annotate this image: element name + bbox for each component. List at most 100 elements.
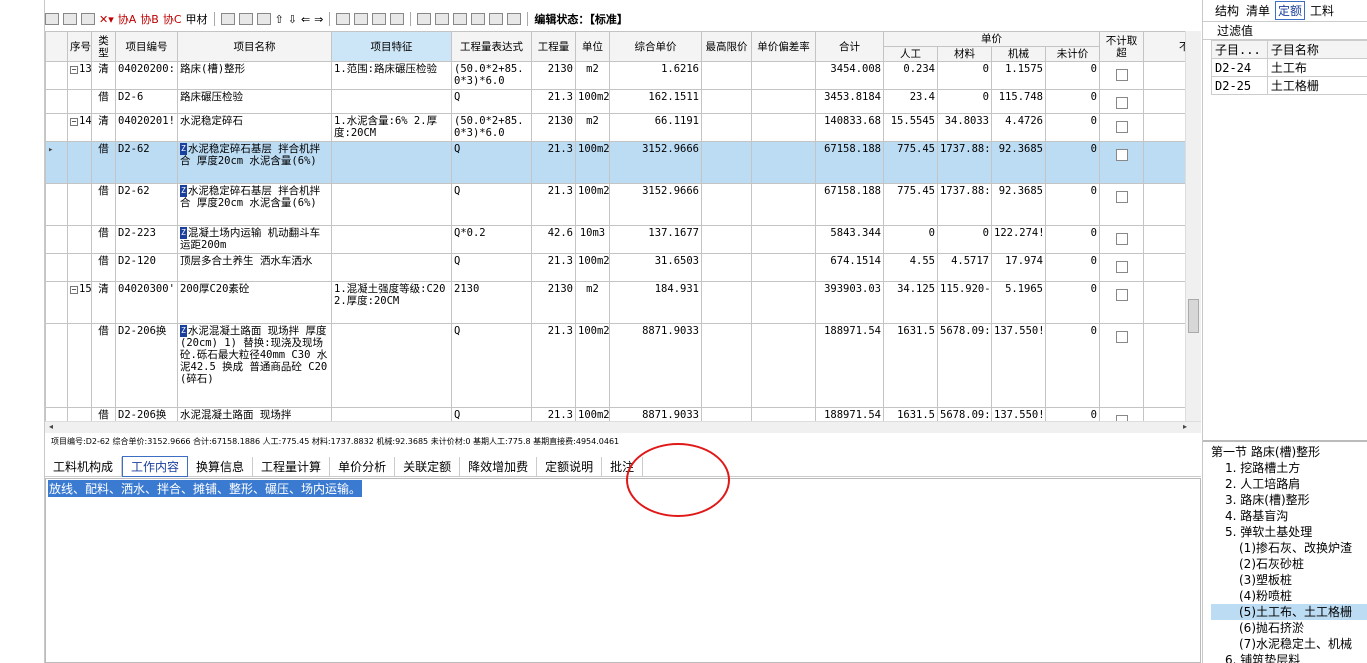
table-row[interactable]: ▸ 借 D2-62 Z 水泥稳定碎石基层 拌合机拌合 厚度20cm 水泥含量(6%) Q 2… bbox=[45, 141, 1185, 184]
cell-max-price[interactable] bbox=[701, 225, 752, 254]
cell-qty[interactable]: 2130 bbox=[531, 61, 576, 90]
cell-unit[interactable]: 100m2 bbox=[575, 253, 610, 282]
cell-total[interactable]: 188971.54 bbox=[815, 407, 884, 421]
cell-name[interactable]: 路床(槽)整形 bbox=[177, 61, 332, 90]
cell-material[interactable]: 1737.88: bbox=[937, 183, 992, 226]
right-tab-quota[interactable]: 定额 bbox=[1275, 1, 1306, 20]
grid-vertical-scrollbar[interactable] bbox=[1185, 31, 1201, 421]
cell-name[interactable]: 水泥混凝土路面 现场拌 bbox=[177, 407, 332, 421]
cell-qty[interactable]: 21.3 bbox=[531, 407, 576, 421]
work-content-text[interactable]: 放线、配料、洒水、拌合、摊铺、整形、碾压、场内运输。 bbox=[48, 480, 363, 497]
lock-icon[interactable] bbox=[489, 13, 504, 25]
cell-code[interactable]: D2-6 bbox=[115, 89, 178, 114]
cell-unpriced[interactable]: 0 bbox=[1045, 281, 1100, 324]
col-max-price-header[interactable]: 最高限价 bbox=[701, 31, 752, 62]
col-unit-price-header[interactable]: 综合单价 bbox=[609, 31, 702, 62]
cell-labor[interactable]: 15.5545 bbox=[883, 113, 938, 142]
cell-seq[interactable]: −13 bbox=[67, 61, 92, 90]
cell-type[interactable]: 借 bbox=[91, 407, 116, 421]
no-fee-checkbox[interactable] bbox=[1115, 69, 1128, 81]
no-fee-checkbox[interactable] bbox=[1115, 233, 1128, 245]
upload-icon[interactable] bbox=[507, 13, 522, 25]
cell-seq[interactable] bbox=[67, 183, 92, 226]
col-expr-header[interactable]: 工程量表达式 bbox=[451, 31, 532, 62]
cell-expr[interactable]: Q bbox=[451, 407, 532, 421]
cell-max-price[interactable] bbox=[701, 61, 752, 90]
move-up-icon[interactable]: ⇧ bbox=[275, 13, 284, 26]
cut-icon[interactable] bbox=[220, 13, 235, 25]
scroll-right-icon[interactable]: ▸ bbox=[1183, 422, 1187, 431]
work-content-panel[interactable]: 放线、配料、洒水、拌合、摊铺、整形、碾压、场内运输。 bbox=[45, 478, 1201, 663]
cell-type[interactable]: 借 bbox=[91, 225, 116, 254]
no-fee-checkbox[interactable] bbox=[1115, 121, 1128, 133]
cell-material[interactable]: 4.5717 bbox=[937, 253, 992, 282]
cell-total[interactable]: 67158.188 bbox=[815, 183, 884, 226]
table-row[interactable]: 借 D2-62 Z 水泥稳定碎石基层 拌合机拌合 厚度20cm 水泥含量(6%) Q 21… bbox=[45, 183, 1185, 226]
toolbar-table-icon[interactable] bbox=[81, 13, 95, 25]
cell-total[interactable]: 674.1514 bbox=[815, 253, 884, 282]
cell-unpriced[interactable]: 0 bbox=[1045, 225, 1100, 254]
cell-no-fee[interactable] bbox=[1099, 141, 1144, 184]
cell-qty[interactable]: 2130 bbox=[531, 281, 576, 324]
filter-icon[interactable] bbox=[390, 13, 405, 25]
cell-feature[interactable] bbox=[331, 225, 452, 254]
cell-unpriced[interactable]: 0 bbox=[1045, 183, 1100, 226]
tree-node[interactable]: (5)土工布、土工格栅 bbox=[1211, 604, 1367, 620]
quota-item-row[interactable]: D2-24 土工布 bbox=[1211, 58, 1367, 77]
cell-extra[interactable] bbox=[1143, 253, 1185, 282]
cell-indicator[interactable] bbox=[45, 323, 68, 408]
cell-machine[interactable]: 92.3685 bbox=[991, 183, 1046, 226]
cell-feature[interactable] bbox=[331, 407, 452, 421]
paste-icon[interactable] bbox=[256, 13, 271, 25]
assoc-c-button[interactable]: 协C bbox=[163, 11, 182, 27]
cell-seq[interactable]: −14 bbox=[67, 113, 92, 142]
insert-icon[interactable] bbox=[336, 13, 351, 25]
cell-deviation[interactable] bbox=[751, 89, 816, 114]
cell-indicator[interactable] bbox=[45, 253, 68, 282]
col-deviation-header[interactable]: 单价偏差率 bbox=[751, 31, 816, 62]
filter-label[interactable]: 过滤值 bbox=[1203, 22, 1367, 40]
cell-unit-price[interactable]: 137.1677 bbox=[609, 225, 702, 254]
cell-expr[interactable]: Q bbox=[451, 141, 532, 184]
cell-unit[interactable]: 100m2 bbox=[575, 407, 610, 421]
cell-extra[interactable] bbox=[1143, 61, 1185, 90]
cell-name[interactable]: 顶层多合土养生 洒水车洒水 bbox=[177, 253, 332, 282]
cell-no-fee[interactable] bbox=[1099, 407, 1144, 421]
cell-expr[interactable]: (50.0*2+85.0*3)*6.0 bbox=[451, 61, 532, 90]
cell-feature[interactable]: 1.范围:路床碾压检验 bbox=[331, 61, 452, 90]
cell-material[interactable]: 115.920- bbox=[937, 281, 992, 324]
cell-no-fee[interactable] bbox=[1099, 113, 1144, 142]
materials-button[interactable]: 甲材 bbox=[186, 11, 208, 27]
cell-no-fee[interactable] bbox=[1099, 253, 1144, 282]
copy-icon[interactable] bbox=[238, 13, 253, 25]
tab-conversion-info[interactable]: 换算信息 bbox=[188, 456, 254, 476]
tree-node[interactable]: (2)石灰砂桩 bbox=[1211, 556, 1367, 572]
cell-code[interactable]: D2-206换 bbox=[115, 323, 178, 408]
col-extra-header[interactable]: 不取 bbox=[1143, 31, 1185, 62]
cell-feature[interactable] bbox=[331, 89, 452, 114]
col-labor-header[interactable]: 人工 bbox=[883, 46, 938, 62]
cell-unpriced[interactable]: 0 bbox=[1045, 253, 1100, 282]
col-code-header[interactable]: 项目编号 bbox=[115, 31, 178, 62]
cell-type[interactable]: 借 bbox=[91, 141, 116, 184]
table-row[interactable]: −13 清 04020200: 路床(槽)整形 1.范围:路床碾压检验 (50.0*2+8… bbox=[45, 61, 1185, 90]
tab-related-quota[interactable]: 关联定额 bbox=[395, 456, 461, 476]
cell-deviation[interactable] bbox=[751, 281, 816, 324]
no-fee-checkbox[interactable] bbox=[1115, 191, 1128, 203]
collapse-icon[interactable]: − bbox=[70, 118, 78, 126]
no-fee-checkbox[interactable] bbox=[1115, 149, 1128, 161]
cell-labor[interactable]: 4.55 bbox=[883, 253, 938, 282]
table-row[interactable]: 借 D2-223 Z 混凝土场内运输 机动翻斗车 运距200m Q*0.2 42.6 10m… bbox=[45, 225, 1185, 254]
assoc-a-button[interactable]: 协A bbox=[118, 11, 137, 27]
no-fee-checkbox[interactable] bbox=[1115, 289, 1128, 301]
tree-node[interactable]: 3. 路床(槽)整形 bbox=[1211, 492, 1367, 508]
cell-expr[interactable]: Q bbox=[451, 89, 532, 114]
cell-type[interactable]: 清 bbox=[91, 281, 116, 324]
cell-machine[interactable]: 122.274! bbox=[991, 225, 1046, 254]
right-tab-structure[interactable]: 结构 bbox=[1213, 2, 1241, 19]
cell-type[interactable]: 清 bbox=[91, 113, 116, 142]
cell-deviation[interactable] bbox=[751, 407, 816, 421]
cell-expr[interactable]: Q bbox=[451, 183, 532, 226]
cell-total[interactable]: 3453.8184 bbox=[815, 89, 884, 114]
cell-unit-price[interactable]: 1.6216 bbox=[609, 61, 702, 90]
